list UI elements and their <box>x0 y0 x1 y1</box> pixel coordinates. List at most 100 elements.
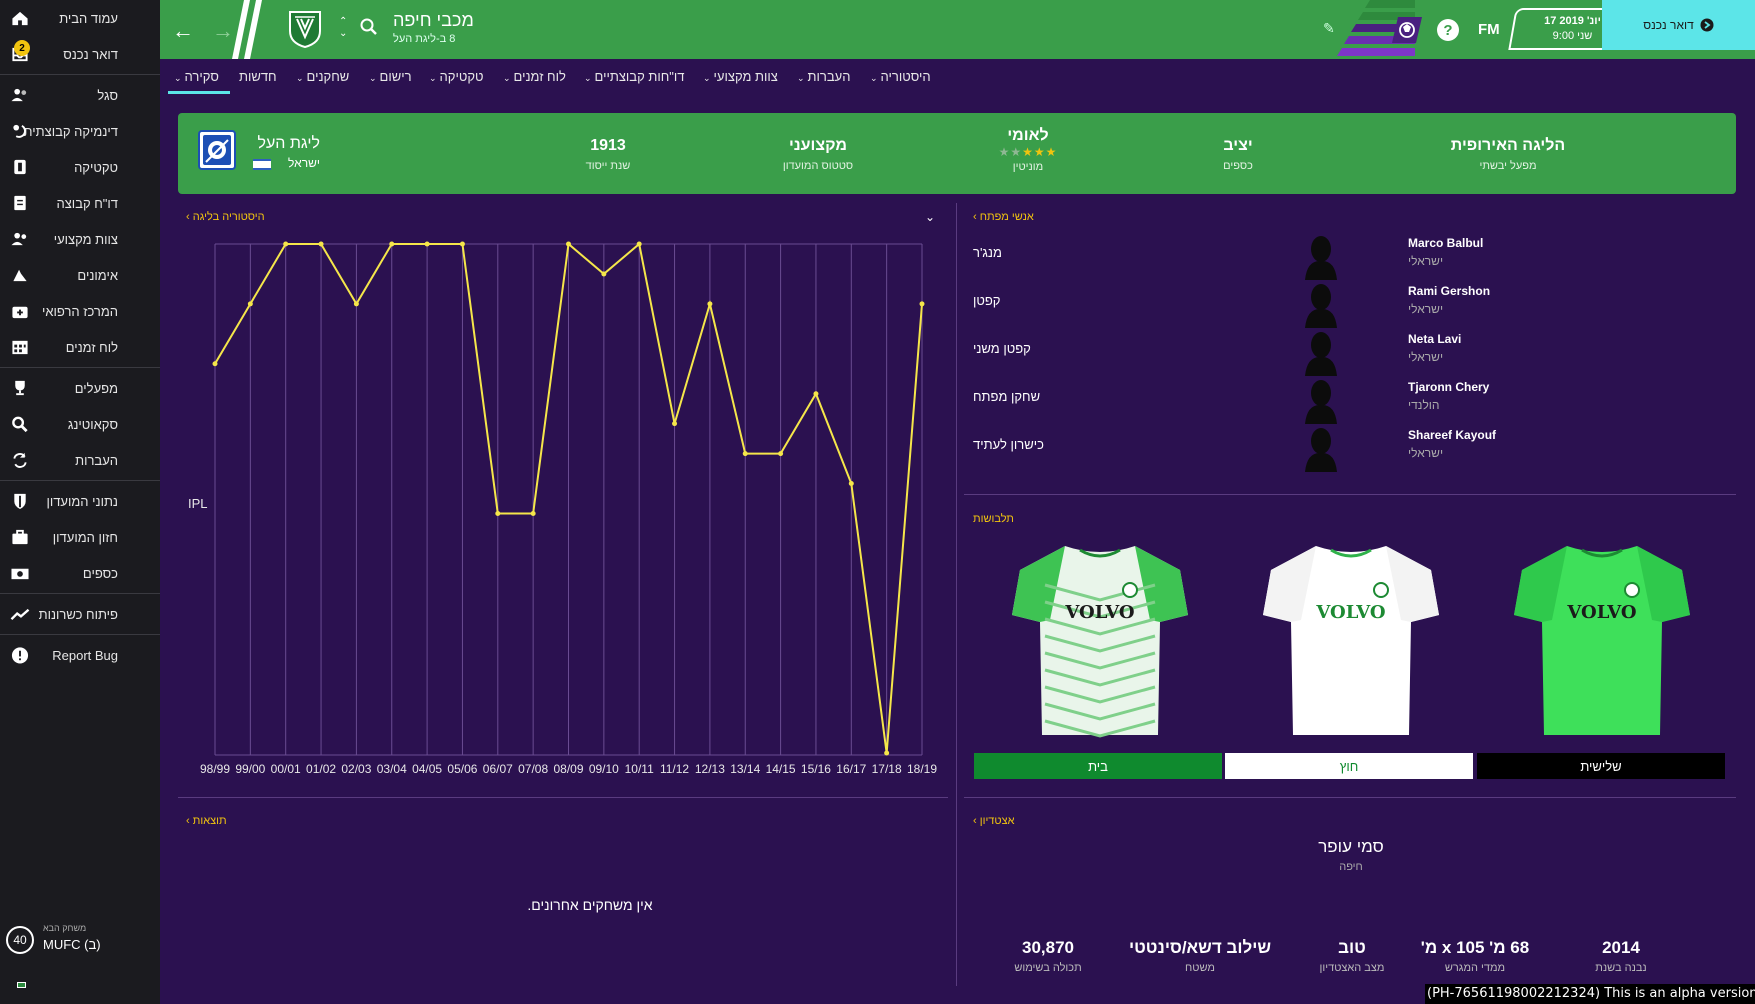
club-switch-arrows-icon[interactable]: ⌃ ⌄ <box>339 16 347 40</box>
sidebar-item-11[interactable]: סקאוטינג <box>0 406 160 442</box>
club-crest-icon[interactable] <box>287 9 323 49</box>
help-button[interactable]: ? <box>1437 19 1459 41</box>
sidebar-item-label: צוות מקצועי <box>53 231 118 247</box>
sidebar-item-label: כספים <box>82 565 118 581</box>
sidebar-item-7[interactable]: אימונים <box>0 257 160 293</box>
sidebar-item-0[interactable]: עמוד הבית <box>0 0 160 36</box>
sidebar-item-2[interactable]: סגל <box>0 77 160 113</box>
back-arrow-icon[interactable]: ← <box>172 18 194 44</box>
star-filled-icon: ★ <box>1033 145 1046 159</box>
person-name[interactable]: Marco Balbul <box>1408 236 1483 250</box>
sidebar-item-15[interactable]: כספים <box>0 555 160 591</box>
tab-label: העברות <box>807 69 851 84</box>
data-point <box>601 271 607 277</box>
sidebar-menu: עמוד הבית דואר נכנס 2 סגל דינמיקה קבוצתית טקט… <box>0 0 160 673</box>
chevron-down-icon: ⌄ <box>584 73 592 83</box>
kit-label-bar[interactable]: שלישית <box>1477 753 1725 779</box>
x-tick-label: 12/13 <box>695 762 725 776</box>
tab-label: שחקנים <box>306 69 350 84</box>
tab-4[interactable]: טקטיקה⌄ <box>429 69 483 84</box>
finance-icon <box>11 568 29 580</box>
sidebar: עמוד הבית דואר נכנס 2 סגל דינמיקה קבוצתית טקט… <box>0 0 160 1004</box>
sidebar-divider <box>0 480 160 481</box>
forward-arrow-icon[interactable]: → <box>212 18 234 44</box>
sidebar-item-label: דינמיקה קבוצתית <box>23 123 118 139</box>
tab-5[interactable]: לוח זמנים⌄ <box>503 69 566 84</box>
tab-8[interactable]: העברות⌄ <box>797 69 850 84</box>
tab-3[interactable]: רישום⌄ <box>369 69 412 84</box>
stadium-stat-value: טוב <box>1338 938 1366 957</box>
competition-name[interactable]: ליגת העל <box>250 135 320 153</box>
kit-label-bar[interactable]: בית <box>974 753 1222 779</box>
tab-6[interactable]: דו"חות קבוצתיים⌄ <box>584 69 684 84</box>
sidebar-item-14[interactable]: חזון המועדון <box>0 519 160 555</box>
sidebar-divider <box>0 74 160 75</box>
stadium-stat-label: משטח <box>1185 962 1215 974</box>
vertical-divider <box>956 203 957 986</box>
scouting-icon <box>12 416 28 433</box>
sidebar-item-13[interactable]: נתוני המועדון <box>0 483 160 519</box>
key-people-link[interactable]: אנשי מפתח › <box>973 211 1034 223</box>
league-history-link[interactable]: היסטוריה בליגה › <box>186 211 265 223</box>
tab-9[interactable]: היסטוריה⌄ <box>870 69 931 84</box>
tab-1[interactable]: חדשות <box>239 69 277 84</box>
person-name[interactable]: Tjaronn Chery <box>1408 380 1489 394</box>
sidebar-item-5[interactable]: דו"ח קבוצה <box>0 185 160 221</box>
sidebar-item-10[interactable]: מפעלים <box>0 370 160 406</box>
key-people-label: אנשי מפתח <box>979 211 1034 223</box>
collapse-chevron-icon[interactable]: ⌄ <box>925 210 935 224</box>
x-tick-label: 04/05 <box>412 762 442 776</box>
x-tick-label: 07/08 <box>518 762 548 776</box>
tab-7[interactable]: צוות מקצועי⌄ <box>703 69 778 84</box>
data-point <box>495 510 501 516</box>
next-match[interactable]: 40 משחק הבא MUFC (ב) <box>0 920 160 964</box>
chevron-right-icon: › <box>186 815 190 827</box>
fm-logo[interactable]: FM <box>1478 21 1500 38</box>
competition-logo-icon[interactable] <box>198 130 236 170</box>
sidebar-item-label: דואר נכנס <box>63 46 118 62</box>
results-link[interactable]: תוצאות › <box>186 815 227 827</box>
sidebar-item-17[interactable]: Report Bug <box>0 637 160 673</box>
sidebar-item-1[interactable]: דואר נכנס 2 <box>0 36 160 72</box>
continue-inbox-button[interactable]: דואר נכנס <box>1602 0 1755 50</box>
sidebar-item-4[interactable]: טקטיקה <box>0 149 160 185</box>
next-match-team: MUFC (ב) <box>43 937 101 952</box>
club-league-position: 8 ב-ליגת העל <box>393 33 456 45</box>
x-tick-label: 18/19 <box>907 762 937 776</box>
person-name[interactable]: Neta Lavi <box>1408 332 1461 346</box>
person-silhouette-icon[interactable] <box>1303 330 1339 376</box>
person-name[interactable]: Shareef Kayouf <box>1408 428 1496 442</box>
sidebar-item-9[interactable]: לוח זמנים <box>0 329 160 365</box>
tactics-icon <box>14 159 26 175</box>
search-icon[interactable] <box>360 18 378 36</box>
social-feed-icon[interactable] <box>1392 15 1422 45</box>
tab-2[interactable]: שחקנים⌄ <box>296 69 349 84</box>
inbox-count-badge: 2 <box>14 40 30 56</box>
stadium-link[interactable]: אצטדיון › <box>973 815 1015 827</box>
chevron-down-icon: ⌄ <box>870 73 878 83</box>
person-silhouette-icon[interactable] <box>1303 234 1339 280</box>
sidebar-item-label: נתוני המועדון <box>46 493 118 509</box>
sidebar-item-8[interactable]: המרכז הרפואי <box>0 293 160 329</box>
sidebar-item-3[interactable]: דינמיקה קבוצתית <box>0 113 160 149</box>
squad-icon <box>11 88 27 102</box>
person-silhouette-icon[interactable] <box>1303 426 1339 472</box>
sidebar-item-16[interactable]: פיתוח כשרונות <box>0 596 160 632</box>
person-silhouette-icon[interactable] <box>1303 378 1339 424</box>
person-name[interactable]: Rami Gershon <box>1408 284 1490 298</box>
edit-icon[interactable]: ✎ <box>1323 20 1335 37</box>
x-tick-label: 17/18 <box>872 762 902 776</box>
person-silhouette-icon[interactable] <box>1303 282 1339 328</box>
tab-0[interactable]: סקירה⌄ <box>174 69 219 84</box>
stadium-stat: 30,870 תכולה בשימוש <box>968 938 1128 974</box>
kit-shirt-icon[interactable]: VOLVO <box>1010 540 1190 745</box>
person-role: כישרון לעתיד <box>973 437 1044 452</box>
kit-shirt-icon[interactable]: VOLVO <box>1261 540 1441 745</box>
sidebar-item-12[interactable]: העברות <box>0 442 160 478</box>
club-info-panel: ליגת העל ישראל 1913 שנת ייסוד מקצועני סט… <box>178 113 1736 194</box>
sidebar-item-6[interactable]: צוות מקצועי <box>0 221 160 257</box>
kit-label-bar[interactable]: חוץ <box>1225 753 1473 779</box>
reputation-label: מוניטין <box>1012 161 1044 173</box>
sidebar-item-label: Report Bug <box>52 647 118 663</box>
kit-shirt-icon[interactable]: VOLVO <box>1512 540 1692 745</box>
